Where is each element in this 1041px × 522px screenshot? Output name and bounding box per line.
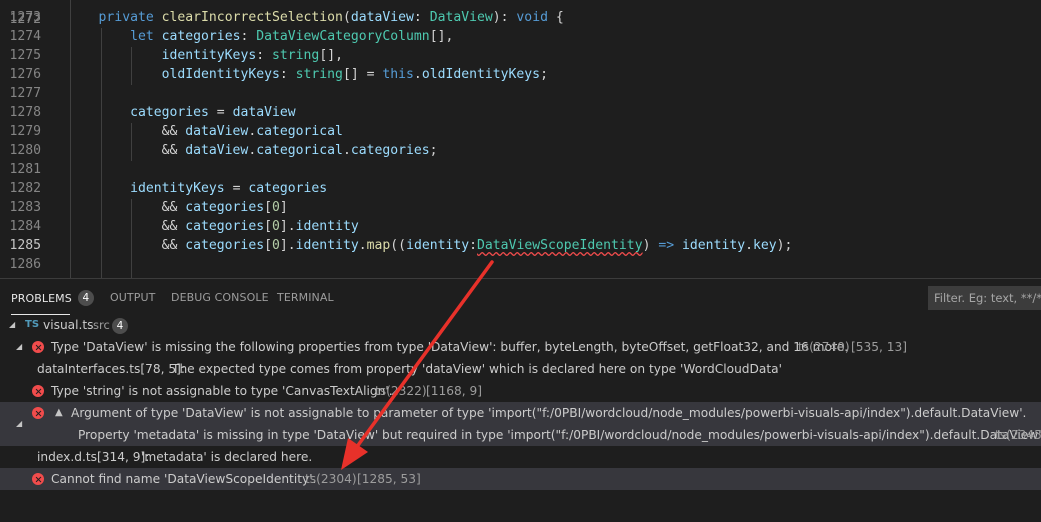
problems-filter-input[interactable]: Filter. Eg: text, **/*.ts — [928, 286, 1041, 310]
related-message: The expected type comes from property 'd… — [172, 362, 782, 376]
line-number: 1285 — [9, 238, 41, 253]
problem-message: Cannot find name 'DataViewScopeIdentity'… — [51, 472, 317, 486]
problem-message: Type 'string' is not assignable to type … — [51, 384, 393, 398]
code-text: && dataView.categorical.categories; — [67, 143, 438, 158]
error-icon — [32, 407, 44, 419]
error-squiggle: DataViewScopeIdentity — [477, 238, 643, 253]
problem-message: Type 'DataView' is missing the following… — [51, 340, 849, 354]
code-line[interactable]: 1282 identityKeys = categories — [0, 179, 1041, 198]
chevron-up-icon[interactable]: ▲ — [55, 402, 63, 424]
typescript-file-icon: TS — [25, 319, 40, 330]
code-line[interactable]: 1278 categories = dataView — [0, 103, 1041, 122]
tab-terminal[interactable]: TERMINAL — [277, 291, 334, 304]
file-problem-count-badge: 4 — [112, 318, 128, 334]
related-location: index.d.ts[314, 9]: — [37, 450, 150, 464]
problem-item-selected[interactable]: Cannot find name 'DataViewScopeIdentity'… — [0, 468, 1041, 490]
related-info-row[interactable]: index.d.ts[314, 9]: 'metadata' is declar… — [0, 446, 1041, 468]
code-text: && categories[0].identity.map((identity:… — [67, 238, 793, 253]
line-number: 1286 — [9, 257, 41, 272]
file-name: visual.ts — [43, 318, 94, 332]
code-text: let categories: DataViewCategoryColumn[]… — [130, 29, 454, 44]
code-line[interactable]: 1273 private clearIncorrectSelection(dat… — [0, 8, 1041, 27]
related-location: dataInterfaces.ts[78, 5]: — [37, 362, 185, 376]
line-number: 1284 — [9, 219, 41, 234]
indent-guide — [70, 0, 71, 278]
line-number: 1283 — [9, 200, 41, 215]
code-line[interactable]: 1274 let categories: DataViewCategoryCol… — [0, 27, 1041, 46]
code-text: oldIdentityKeys: string[] = this.oldIden… — [161, 67, 548, 82]
chevron-down-icon[interactable]: ◢ — [16, 413, 22, 435]
error-icon — [32, 473, 44, 485]
code-text: && categories[0].identity — [67, 219, 359, 234]
tab-output[interactable]: OUTPUT — [110, 291, 155, 304]
code-line[interactable]: 1286 — [0, 255, 1041, 274]
line-number: 1274 — [9, 29, 41, 44]
tab-problems[interactable]: PROBLEMS 4 — [11, 290, 94, 307]
problem-item[interactable]: ◢ Type 'DataView' is missing the followi… — [0, 336, 1041, 358]
problems-count-badge: 4 — [77, 290, 94, 306]
tab-problems-label: PROBLEMS — [11, 292, 72, 305]
line-number: 1276 — [9, 67, 41, 82]
code-line[interactable]: 1279 && dataView.categorical — [0, 122, 1041, 141]
problem-item-selected[interactable]: ◢ ▲ Argument of type 'DataView' is not a… — [0, 402, 1041, 446]
problem-code: ts(2304) — [305, 472, 357, 486]
code-line[interactable]: 1280 && dataView.categorical.categories; — [0, 141, 1041, 160]
line-number: 1281 — [9, 162, 41, 177]
code-editor[interactable]: 1272 1273 private clearIncorrectSelectio… — [0, 0, 1041, 278]
code-line[interactable]: 1284 && categories[0].identity — [0, 217, 1041, 236]
code-line[interactable]: 1277 — [0, 84, 1041, 103]
code-line[interactable]: 1285 && categories[0].identity.map((iden… — [0, 236, 1041, 255]
line-number: 1282 — [9, 181, 41, 196]
chevron-down-icon[interactable]: ◢ — [16, 336, 22, 358]
line-number: 1273 — [9, 10, 41, 25]
tab-debug-console[interactable]: DEBUG CONSOLE — [171, 291, 269, 304]
problem-position: [535, 13] — [851, 340, 908, 354]
code-text: private clearIncorrectSelection(dataView… — [98, 10, 564, 25]
chevron-down-icon[interactable]: ◢ — [9, 314, 15, 336]
problem-position: [1168, 9] — [426, 384, 483, 398]
indent-guide — [131, 199, 132, 278]
indent-guide — [131, 123, 132, 161]
code-line[interactable]: 1275 identityKeys: string[], — [0, 46, 1041, 65]
line-number: 1277 — [9, 86, 41, 101]
problem-message: Argument of type 'DataView' is not assig… — [71, 406, 1027, 420]
file-folder: src — [93, 318, 110, 332]
error-icon — [32, 385, 44, 397]
problem-code: ts(2322) — [375, 384, 427, 398]
related-info-row[interactable]: dataInterfaces.ts[78, 5]: The expected t… — [0, 358, 1041, 380]
line-number: 1279 — [9, 124, 41, 139]
code-text: identityKeys = categories — [130, 181, 328, 196]
problem-item[interactable]: Type 'string' is not assignable to type … — [0, 380, 1041, 402]
code-text: identityKeys: string[], — [161, 48, 343, 63]
line-number: 1275 — [9, 48, 41, 63]
problem-position: [1285, 53] — [357, 472, 421, 486]
code-line[interactable]: 1276 oldIdentityKeys: string[] = this.ol… — [0, 65, 1041, 84]
related-message: 'metadata' is declared here. — [141, 450, 313, 464]
indent-guide — [101, 28, 102, 278]
problem-file-row[interactable]: ◢ TS visual.ts src 4 — [0, 314, 1041, 336]
code-line[interactable]: 1281 — [0, 160, 1041, 179]
line-number: 1280 — [9, 143, 41, 158]
problem-code: ts(2345) — [995, 428, 1041, 442]
error-icon — [32, 341, 44, 353]
indent-guide — [131, 47, 132, 85]
code-line[interactable]: 1283 && categories[0] — [0, 198, 1041, 217]
problem-code: ts(2740) — [798, 340, 850, 354]
line-number: 1278 — [9, 105, 41, 120]
problem-detail: Property 'metadata' is missing in type '… — [78, 428, 1041, 442]
code-text: && dataView.categorical — [67, 124, 343, 139]
